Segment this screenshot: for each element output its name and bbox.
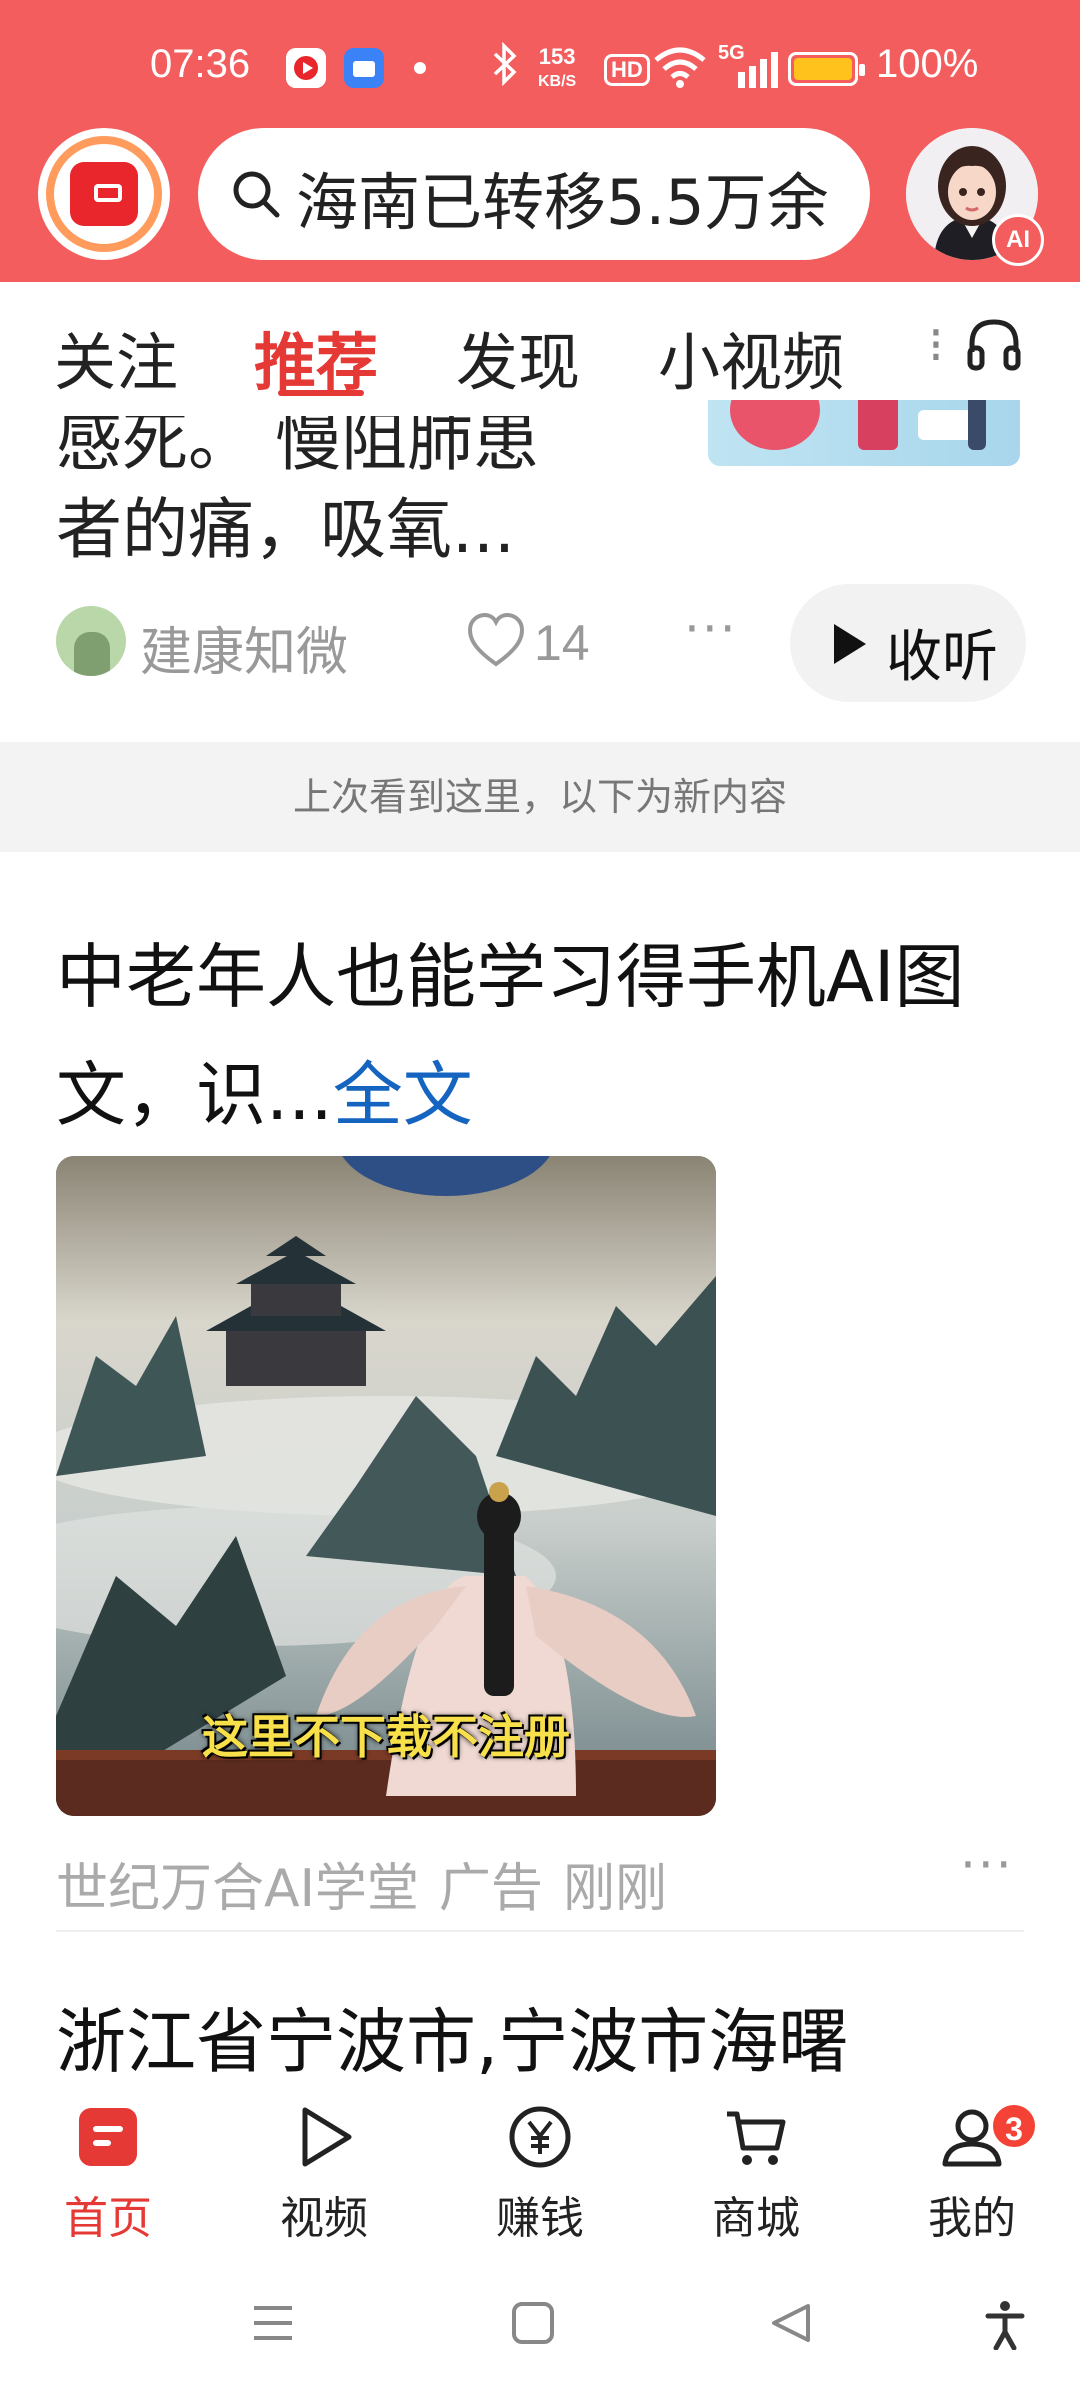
ad-title[interactable]: 中老年人也能学习得手机AI图文，识...全文 (56, 918, 1036, 1154)
network-speed: 153 KB/S (538, 46, 576, 93)
yuan-coin-icon (507, 2104, 573, 2170)
bottom-nav: 首页 视频 赚钱 商城 我的 (0, 2086, 1080, 2246)
tab-discover[interactable]: 发现 (456, 312, 580, 402)
home-icon (75, 2104, 141, 2170)
battery-icon (788, 52, 865, 86)
video-play-icon (291, 2104, 357, 2170)
notification-folder-icon (344, 48, 384, 88)
app-screen: 07:36 153 KB/S HD 5G 100% 海南已转移5.5万余 AI … (0, 0, 1080, 2400)
ad-more-options-icon[interactable]: ··· (960, 1836, 1014, 1894)
app-logo-button[interactable] (38, 128, 170, 260)
red-envelope-icon (70, 162, 138, 226)
ad-image[interactable]: 这里不下载不注册 (56, 1156, 716, 1816)
hd-voice-icon: HD (604, 54, 650, 86)
nav-mall[interactable]: 商城 (648, 2086, 864, 2246)
search-icon (230, 168, 282, 224)
ad-image-caption: 这里不下载不注册 (202, 1710, 570, 1764)
nav-earn[interactable]: 赚钱 (432, 2086, 648, 2246)
more-tabs-fade: ⁝ (928, 316, 944, 374)
advertiser-name[interactable]: 世纪万合AI学堂 (56, 1859, 419, 1919)
battery-percent: 100% (876, 42, 979, 86)
bluetooth-icon (492, 41, 518, 95)
article-title-partial: 感死。 慢阻肺患 (56, 403, 539, 480)
article-thumbnail (708, 400, 1020, 466)
search-bar[interactable]: 海南已转移5.5万余 (198, 128, 870, 260)
home-button-icon[interactable] (510, 2300, 556, 2350)
nav-profile[interactable]: 我的 (864, 2086, 1080, 2246)
cart-icon (723, 2104, 789, 2170)
ad-meta: 世纪万合AI学堂 广告 刚刚 (56, 1846, 687, 1921)
nav-label: 赚钱 (496, 2193, 584, 2244)
notification-app-icon (286, 48, 326, 88)
ai-badge: AI (992, 214, 1044, 266)
like-count: 14 (534, 615, 590, 671)
nav-home[interactable]: 首页 (0, 2086, 216, 2246)
profile-notification-badge: 3 (990, 2102, 1038, 2150)
headphones-icon[interactable] (962, 312, 1026, 376)
nav-label: 我的 (928, 2193, 1016, 2244)
wifi-icon (652, 44, 708, 92)
network-speed-unit: KB/S (538, 73, 577, 90)
nav-label: 商城 (712, 2193, 800, 2244)
article-title-next[interactable]: 浙江省宁波市,宁波市海曙 (56, 1986, 848, 2087)
ad-time: 刚刚 (562, 1859, 667, 1919)
nav-label: 首页 (64, 2193, 152, 2244)
menu-icon[interactable] (250, 2300, 296, 2350)
ad-label: 广告 (438, 1859, 543, 1919)
notification-dot-icon (414, 62, 426, 74)
listen-button[interactable]: 收听 (790, 584, 1026, 702)
play-icon (834, 624, 866, 664)
last-read-notice[interactable]: 上次看到这里，以下为新内容 (0, 742, 1080, 852)
tab-short-video[interactable]: 小视频 (658, 312, 844, 402)
header: 07:36 153 KB/S HD 5G 100% 海南已转移5.5万余 AI (0, 0, 1080, 282)
cell-signal-icon (736, 50, 780, 94)
status-bar: 07:36 153 KB/S HD 5G 100% (0, 0, 1080, 130)
article-card[interactable]: 感死。 慢阻肺患 者的痛，吸氧... 建康知微 14 ··· 收听 (0, 400, 1080, 740)
article-title: 者的痛，吸氧... (56, 491, 515, 568)
heart-icon[interactable] (466, 612, 526, 672)
nav-label: 视频 (280, 2193, 368, 2244)
search-query-text: 海南已转移5.5万余 (296, 166, 829, 239)
nav-video[interactable]: 视频 (216, 2086, 432, 2246)
full-text-link[interactable]: 全文 (333, 1054, 473, 1136)
article-source[interactable]: 建康知微 (140, 610, 348, 685)
tab-follow[interactable]: 关注 (54, 312, 178, 402)
active-tab-indicator (278, 390, 364, 396)
divider (56, 1930, 1024, 1932)
listen-label: 收听 (886, 625, 998, 690)
accessibility-icon[interactable] (982, 2300, 1028, 2354)
status-time: 07:36 (150, 42, 251, 86)
network-speed-value: 153 (538, 44, 576, 69)
source-avatar[interactable] (56, 606, 126, 676)
back-icon[interactable] (768, 2300, 814, 2350)
more-options-icon[interactable]: ··· (684, 600, 738, 658)
system-nav-bar (0, 2270, 1080, 2400)
channel-tabs: 关注 推荐 发现 小视频 ⁝ (0, 282, 1080, 400)
tab-recommend[interactable]: 推荐 (254, 312, 378, 402)
ad-title-text: 中老年人也能学习得手机AI图文，识... (56, 936, 965, 1136)
